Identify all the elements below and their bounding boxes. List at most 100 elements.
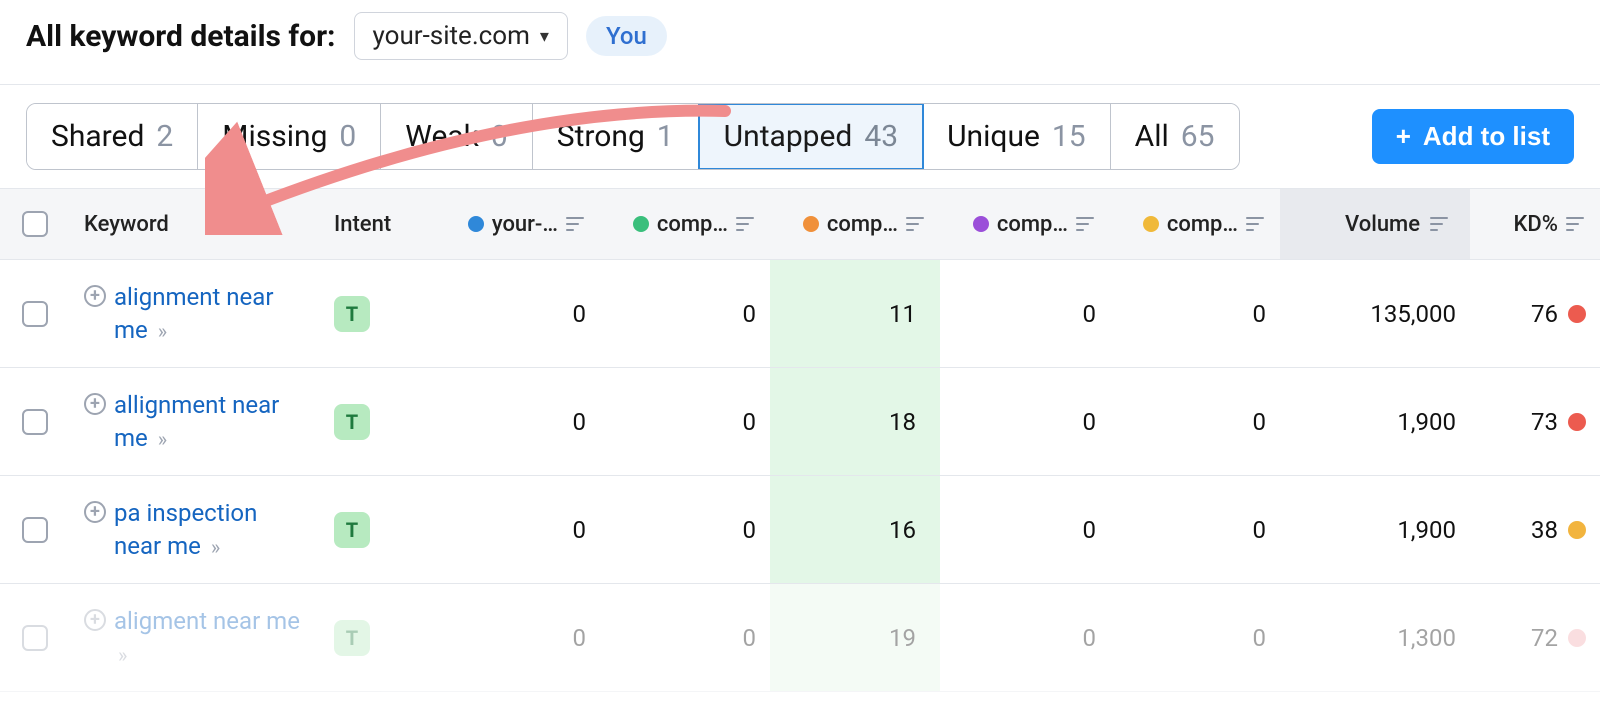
tab-label: Shared (51, 119, 144, 154)
chevron-right-icon: » (211, 535, 220, 559)
tab-weak[interactable]: Weak 0 (381, 104, 532, 169)
cell-your: 0 (430, 282, 600, 346)
cell-volume: 1,300 (1280, 606, 1470, 670)
tab-all[interactable]: All65 (1111, 104, 1239, 169)
cell-comp2: 19 (770, 584, 940, 691)
add-to-list-label: Add to list (1423, 121, 1550, 152)
table-body: +alignment near me »T001100135,00076+all… (0, 260, 1600, 692)
column-header-competitor-2[interactable]: comp… (770, 212, 940, 237)
cell-comp4: 0 (1110, 282, 1280, 346)
cell-comp1: 0 (600, 390, 770, 454)
table-row: +pa inspection near me »T0016001,90038 (0, 476, 1600, 584)
keyword-link[interactable]: alignment near me » (114, 281, 306, 346)
cell-comp1: 0 (600, 606, 770, 670)
tab-count: 15 (1052, 119, 1086, 154)
cell-comp1: 0 (600, 282, 770, 346)
page-title: All keyword details for: (26, 19, 336, 54)
chevron-right-icon: » (158, 319, 167, 343)
chevron-down-icon: ▾ (540, 26, 549, 47)
tab-count: 0 (491, 119, 508, 154)
sort-icon (1566, 217, 1586, 231)
cell-your: 0 (430, 498, 600, 562)
table-header: Keyword Intent your-… comp… comp… comp… … (0, 188, 1600, 260)
column-header-competitor-3[interactable]: comp… (940, 212, 1110, 237)
tab-label: Weak (405, 119, 479, 154)
cell-kd: 76 (1470, 282, 1600, 346)
column-header-volume[interactable]: Volume (1280, 189, 1470, 259)
cell-comp4: 0 (1110, 390, 1280, 454)
kd-difficulty-dot (1568, 521, 1586, 539)
cell-comp3: 0 (940, 390, 1110, 454)
cell-comp4: 0 (1110, 606, 1280, 670)
row-checkbox[interactable] (22, 409, 48, 435)
tab-label: Missing (222, 119, 327, 154)
cell-comp1: 0 (600, 498, 770, 562)
tab-count: 65 (1181, 119, 1215, 154)
column-header-keyword[interactable]: Keyword (70, 212, 320, 237)
tab-strong[interactable]: Strong1 (533, 104, 699, 169)
dot-icon (973, 216, 989, 232)
tab-label: Unique (947, 119, 1040, 154)
dot-icon (1143, 216, 1159, 232)
cell-comp2: 11 (770, 260, 940, 367)
site-selector[interactable]: your-site.com ▾ (354, 12, 568, 60)
column-header-competitor-4[interactable]: comp… (1110, 212, 1280, 237)
expand-icon[interactable]: + (84, 393, 106, 415)
tab-count: 43 (864, 119, 898, 154)
tab-count: 0 (339, 119, 356, 154)
sort-icon (1430, 217, 1450, 231)
cell-your: 0 (430, 390, 600, 454)
tab-count: 1 (657, 119, 674, 154)
column-header-kd[interactable]: KD% (1470, 212, 1600, 237)
column-header-competitor-1[interactable]: comp… (600, 212, 770, 237)
cell-comp3: 0 (940, 498, 1110, 562)
plus-icon: + (1396, 121, 1411, 152)
kd-difficulty-dot (1568, 305, 1586, 323)
row-checkbox[interactable] (22, 625, 48, 651)
add-to-list-button[interactable]: + Add to list (1372, 109, 1574, 164)
cell-kd: 73 (1470, 390, 1600, 454)
site-selector-value: your-site.com (373, 21, 530, 51)
intent-badge: T (334, 620, 370, 656)
dot-icon (803, 216, 819, 232)
keyword-table: Keyword Intent your-… comp… comp… comp… … (0, 188, 1600, 692)
select-all-checkbox[interactable] (22, 211, 48, 237)
sort-icon (736, 217, 756, 231)
chevron-right-icon: » (158, 427, 167, 451)
keyword-link[interactable]: allignment near me » (114, 389, 306, 454)
intent-badge: T (334, 512, 370, 548)
table-row: +aligment near me »T0019001,30072 (0, 584, 1600, 692)
expand-icon[interactable]: + (84, 501, 106, 523)
tab-shared[interactable]: Shared 2 (27, 104, 198, 169)
tab-missing[interactable]: Missing 0 (198, 104, 381, 169)
dot-icon (468, 216, 484, 232)
keyword-link[interactable]: aligment near me » (114, 605, 306, 670)
row-checkbox[interactable] (22, 301, 48, 327)
tab-untapped[interactable]: Untapped43 (698, 103, 924, 170)
sort-icon (906, 217, 926, 231)
filter-bar: Shared2Missing0Weak0Strong1Untapped43Uni… (0, 85, 1600, 188)
intent-badge: T (334, 404, 370, 440)
you-badge: You (586, 16, 667, 56)
expand-icon[interactable]: + (84, 609, 106, 631)
cell-volume: 135,000 (1280, 282, 1470, 346)
row-checkbox[interactable] (22, 517, 48, 543)
sort-icon (1076, 217, 1096, 231)
table-row: +alignment near me »T001100135,00076 (0, 260, 1600, 368)
cell-comp3: 0 (940, 282, 1110, 346)
column-header-intent[interactable]: Intent (320, 212, 430, 237)
dot-icon (633, 216, 649, 232)
sort-icon (1246, 217, 1266, 231)
expand-icon[interactable]: + (84, 285, 106, 307)
cell-your: 0 (430, 606, 600, 670)
keyword-link[interactable]: pa inspection near me » (114, 497, 306, 562)
cell-comp2: 18 (770, 368, 940, 475)
tab-count: 2 (156, 119, 173, 154)
filter-tabs: Shared2Missing0Weak0Strong1Untapped43Uni… (26, 103, 1240, 170)
tab-unique[interactable]: Unique 15 (923, 104, 1111, 169)
column-header-your-site[interactable]: your-… (430, 212, 600, 237)
cell-comp4: 0 (1110, 498, 1280, 562)
kd-difficulty-dot (1568, 629, 1586, 647)
cell-kd: 38 (1470, 498, 1600, 562)
table-row: +allignment near me »T0018001,90073 (0, 368, 1600, 476)
